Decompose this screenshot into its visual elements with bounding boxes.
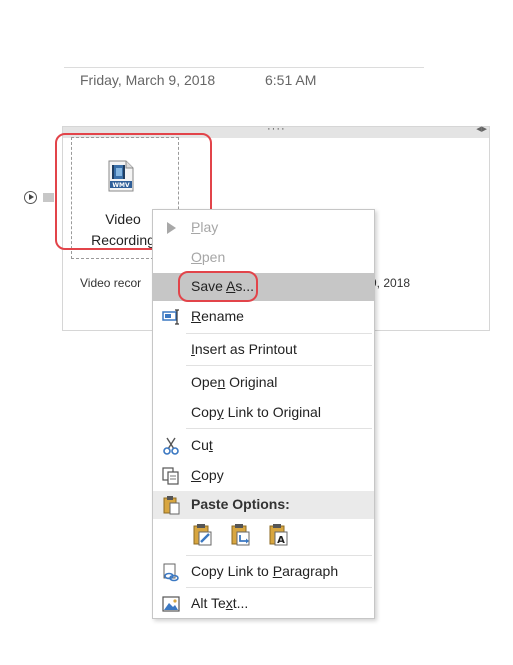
paragraph-handle[interactable] xyxy=(43,193,54,202)
menu-heading-paste-options: Paste Options: xyxy=(153,491,374,519)
menu-item-open[interactable]: Open xyxy=(153,244,374,272)
drag-handle-icon[interactable]: ···· xyxy=(267,123,286,135)
recording-caption: Video recor xyxy=(80,276,142,290)
menu-separator xyxy=(186,365,372,366)
menu-separator xyxy=(186,587,372,588)
copy-icon xyxy=(162,467,179,485)
menu-item-copy[interactable]: Copy xyxy=(153,462,374,490)
scissors-icon xyxy=(163,437,179,455)
menu-item-alt-text[interactable]: Alt Text... xyxy=(153,590,374,618)
svg-text:A: A xyxy=(277,535,285,546)
menu-separator xyxy=(186,428,372,429)
note-date: Friday, March 9, 2018 xyxy=(80,72,216,88)
menu-item-cut[interactable]: Cut xyxy=(153,432,374,460)
paste-merge-formatting-icon[interactable] xyxy=(230,522,252,548)
menu-item-play[interactable]: Play xyxy=(153,214,374,242)
date-divider xyxy=(64,67,424,68)
recording-caption-date: 9, 2018 xyxy=(370,276,411,290)
save-as-highlight xyxy=(178,271,258,302)
rename-icon xyxy=(162,309,179,325)
paste-text-only-icon[interactable]: A xyxy=(268,522,290,548)
play-audio-icon[interactable] xyxy=(24,191,37,204)
menu-item-rename[interactable]: Rename xyxy=(153,303,374,331)
menu-item-insert-printout[interactable]: Insert as Printout xyxy=(153,336,374,364)
play-icon xyxy=(167,222,176,234)
link-icon xyxy=(163,563,179,582)
menu-item-copy-link-original[interactable]: Copy Link to Original xyxy=(153,399,374,427)
clipboard-icon xyxy=(163,496,180,515)
menu-separator xyxy=(186,333,372,334)
paste-keep-formatting-icon[interactable] xyxy=(192,522,214,548)
menu-separator xyxy=(186,555,372,556)
alt-text-image-icon xyxy=(162,596,180,612)
menu-item-copy-link-paragraph[interactable]: Copy Link to Paragraph xyxy=(153,558,374,586)
resize-arrows-icon[interactable]: ◀▶ xyxy=(476,125,487,133)
menu-item-open-original[interactable]: Open Original xyxy=(153,369,374,397)
note-time: 6:51 AM xyxy=(265,72,317,88)
